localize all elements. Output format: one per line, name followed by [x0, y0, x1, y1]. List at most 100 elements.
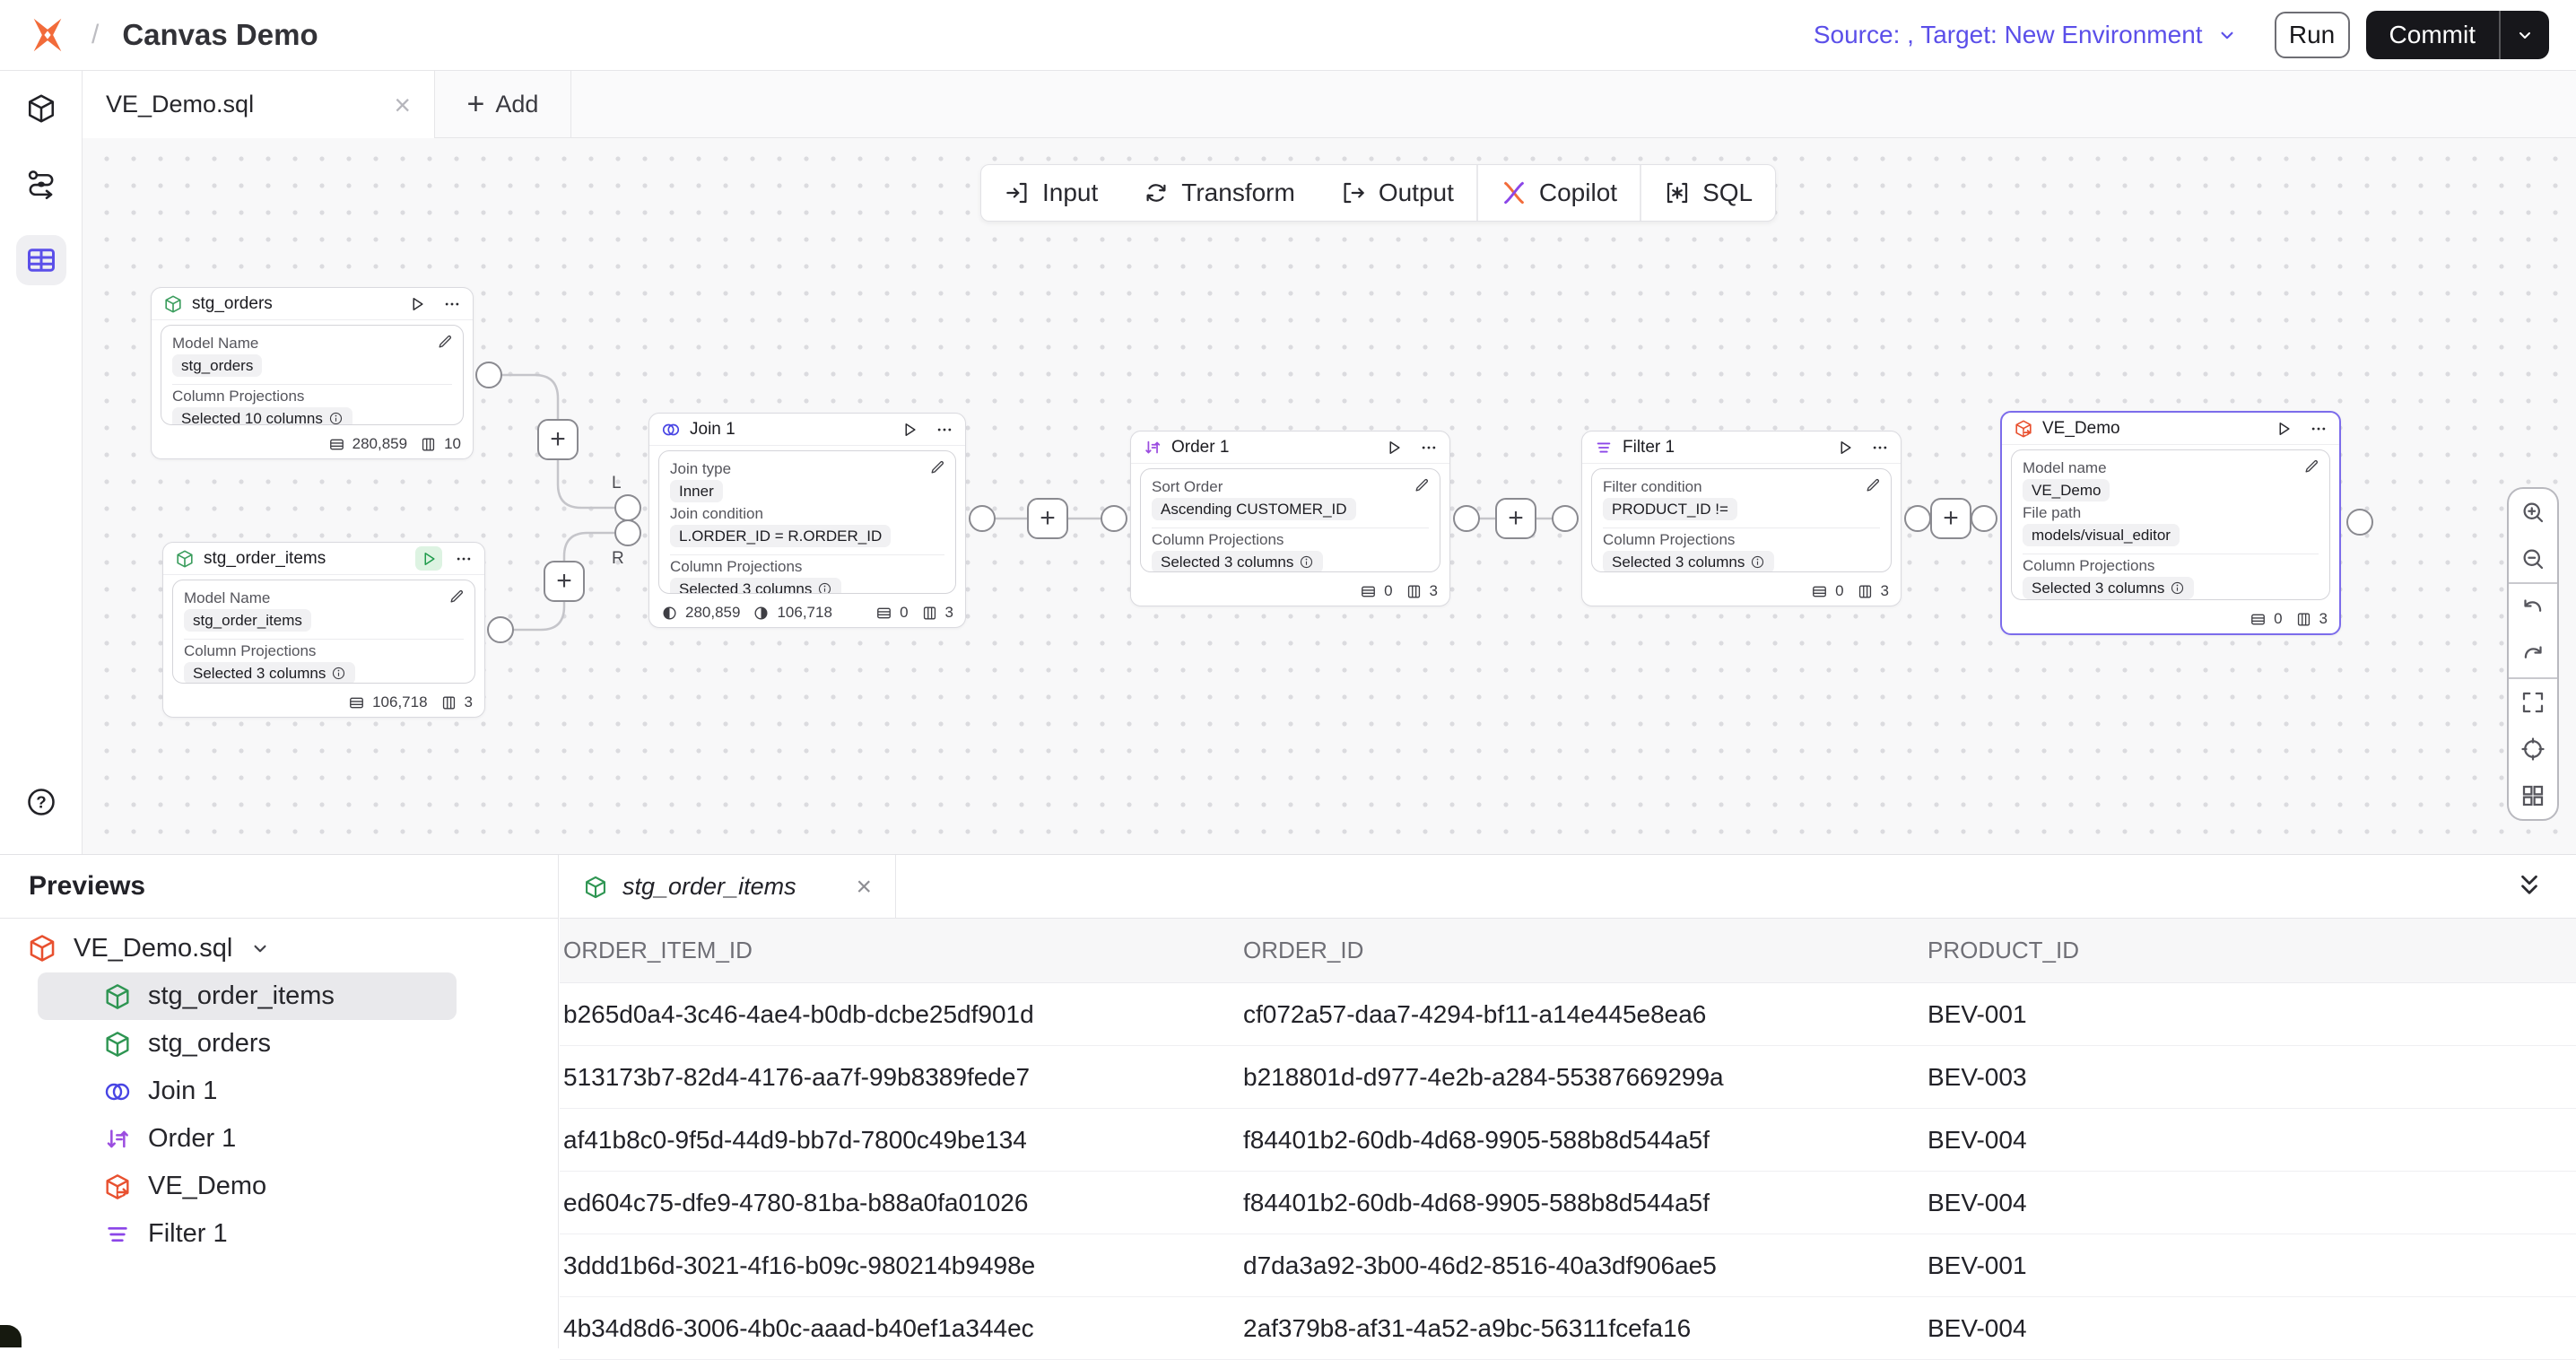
table-icon	[25, 244, 57, 276]
tree-item-join-1[interactable]: Join 1	[38, 1068, 457, 1115]
sidebar-item-lineage[interactable]	[16, 159, 66, 209]
edge-add-button[interactable]: +	[544, 561, 585, 602]
tree-item-order-1[interactable]: Order 1	[38, 1115, 457, 1163]
layout-grid-button[interactable]	[2509, 772, 2557, 819]
edit-icon[interactable]	[1864, 476, 1882, 494]
preview-tab-stg-order-items[interactable]: stg_order_items ×	[560, 855, 896, 919]
toolbar-transform-button[interactable]: Transform	[1120, 165, 1318, 221]
more-menu-button[interactable]	[1416, 439, 1438, 457]
environment-selector[interactable]: Source: , Target: New Environment	[1814, 21, 2239, 49]
input-port-order[interactable]	[1101, 505, 1127, 532]
node-stg-order-items[interactable]: stg_order_items Model Name stg_order_ite…	[162, 542, 485, 718]
node-stg-orders[interactable]: stg_orders Model Name stg_orders Column …	[151, 287, 474, 459]
table-cell: 2af379b8-af31-4a52-a9bc-56311fcefa16	[1243, 1314, 1928, 1343]
play-button[interactable]	[1832, 435, 1858, 459]
edit-icon[interactable]	[2302, 458, 2320, 475]
field-label: Model Name	[172, 334, 452, 353]
tree-root-ve-demo-sql[interactable]: VE_Demo.sql	[0, 924, 558, 972]
tree-item-stg-orders[interactable]: stg_orders	[38, 1020, 457, 1068]
node-order-1[interactable]: Order 1 Sort Order Ascending CUSTOMER_ID…	[1130, 431, 1450, 606]
sidebar-item-canvas[interactable]	[16, 235, 66, 285]
toolbar-output-button[interactable]: Output	[1318, 165, 1476, 221]
tree-item-filter-1[interactable]: Filter 1	[38, 1210, 457, 1258]
play-button[interactable]	[415, 546, 442, 571]
redo-button[interactable]	[2509, 631, 2557, 677]
locate-button[interactable]	[2509, 726, 2557, 772]
zoom-out-button[interactable]	[2509, 536, 2557, 582]
close-preview-tab-icon[interactable]: ×	[856, 874, 872, 901]
node-filter-1[interactable]: Filter 1 Filter condition PRODUCT_ID != …	[1581, 431, 1902, 606]
previews-sidebar: Previews VE_Demo.sql stg_order_items stg…	[0, 855, 559, 1348]
collapse-panel-button[interactable]	[2513, 869, 2546, 902]
node-join-1[interactable]: Join 1 Join type Inner Join condition L.…	[648, 413, 966, 628]
play-button[interactable]	[404, 292, 431, 316]
run-button[interactable]: Run	[2275, 12, 2350, 58]
node-config-card: Filter condition PRODUCT_ID != Column Pr…	[1591, 468, 1892, 572]
tab-ve-demo-sql[interactable]: VE_Demo.sql ×	[83, 71, 435, 138]
commit-dropdown-button[interactable]	[2499, 11, 2549, 59]
node-title: Filter 1	[1623, 438, 1823, 458]
node-ve-demo[interactable]: VE_Demo Model name VE_Demo File path mod…	[2000, 411, 2341, 635]
table-row: 3ddd1b6d-3021-4f16-b09c-980214b9498e d7d…	[560, 1234, 2576, 1297]
column-count: 3	[1881, 582, 1889, 600]
output-port-join[interactable]	[969, 505, 996, 532]
svg-text:?: ?	[36, 792, 46, 811]
info-icon[interactable]	[2170, 580, 2185, 596]
sidebar-item-models[interactable]	[16, 83, 66, 134]
copilot-icon	[1501, 179, 1527, 206]
model-name-chip: VE_Demo	[2023, 479, 2110, 501]
preview-tab-strip: stg_order_items ×	[560, 855, 2576, 919]
canvas[interactable]: Input Transform Output Copilot SQL stg_o…	[83, 138, 2576, 854]
commit-button[interactable]: Commit	[2366, 11, 2499, 59]
zoom-in-button[interactable]	[2509, 489, 2557, 536]
column-count-icon	[420, 436, 437, 453]
output-port-order[interactable]	[1453, 505, 1480, 532]
tree-item-stg-order-items[interactable]: stg_order_items	[38, 972, 457, 1020]
input-port-join-left[interactable]	[614, 494, 641, 521]
table-row: ed604c75-dfe9-4780-81ba-b88a0fa01026 f84…	[560, 1172, 2576, 1234]
info-icon[interactable]	[1750, 554, 1765, 570]
input-port-join-right[interactable]	[614, 519, 641, 546]
app-logo-icon[interactable]	[27, 14, 68, 56]
edge-add-button[interactable]: +	[1027, 498, 1068, 539]
more-menu-button[interactable]	[2306, 420, 2328, 438]
output-port-stg-orders[interactable]	[475, 362, 502, 388]
more-menu-button[interactable]	[451, 550, 473, 568]
output-port-stg-order-items[interactable]	[487, 616, 514, 643]
output-port-ve-demo[interactable]	[2346, 509, 2373, 536]
input-icon	[1004, 179, 1031, 206]
play-button[interactable]	[2270, 416, 2297, 440]
toolbar-input-button[interactable]: Input	[981, 165, 1120, 221]
play-button[interactable]	[896, 417, 923, 441]
close-tab-icon[interactable]: ×	[394, 91, 411, 119]
info-icon[interactable]	[331, 666, 346, 681]
edit-icon[interactable]	[436, 333, 454, 351]
undo-button[interactable]	[2509, 584, 2557, 631]
column-count: 3	[2319, 610, 2328, 628]
play-button[interactable]	[1380, 435, 1407, 459]
help-button[interactable]: ?	[16, 777, 66, 827]
output-port-filter[interactable]	[1904, 505, 1931, 532]
column-count-icon	[1857, 583, 1874, 600]
edit-icon[interactable]	[448, 588, 466, 606]
more-menu-button[interactable]	[1867, 439, 1889, 457]
more-menu-button[interactable]	[439, 295, 461, 313]
toolbar-sql-button[interactable]: SQL	[1641, 165, 1775, 221]
more-menu-button[interactable]	[932, 421, 953, 439]
input-port-ve-demo[interactable]	[1971, 505, 1997, 532]
edit-icon[interactable]	[928, 458, 946, 476]
info-icon[interactable]	[328, 411, 344, 425]
fit-view-button[interactable]	[2509, 679, 2557, 726]
projections-chip: Selected 3 columns	[670, 578, 841, 594]
edge-add-button[interactable]: +	[1930, 498, 1971, 539]
table-header-row: ORDER_ITEM_ID ORDER_ID PRODUCT_ID	[560, 919, 2576, 983]
info-icon[interactable]	[817, 581, 832, 594]
toolbar-copilot-button[interactable]: Copilot	[1478, 165, 1640, 221]
edge-add-button[interactable]: +	[537, 419, 579, 460]
info-icon[interactable]	[1299, 554, 1314, 570]
input-port-filter[interactable]	[1552, 505, 1579, 532]
edge-add-button[interactable]: +	[1495, 498, 1536, 539]
edit-icon[interactable]	[1413, 476, 1431, 494]
tree-item-ve-demo[interactable]: VE_Demo	[38, 1163, 457, 1210]
add-tab-button[interactable]: + Add	[435, 71, 571, 138]
